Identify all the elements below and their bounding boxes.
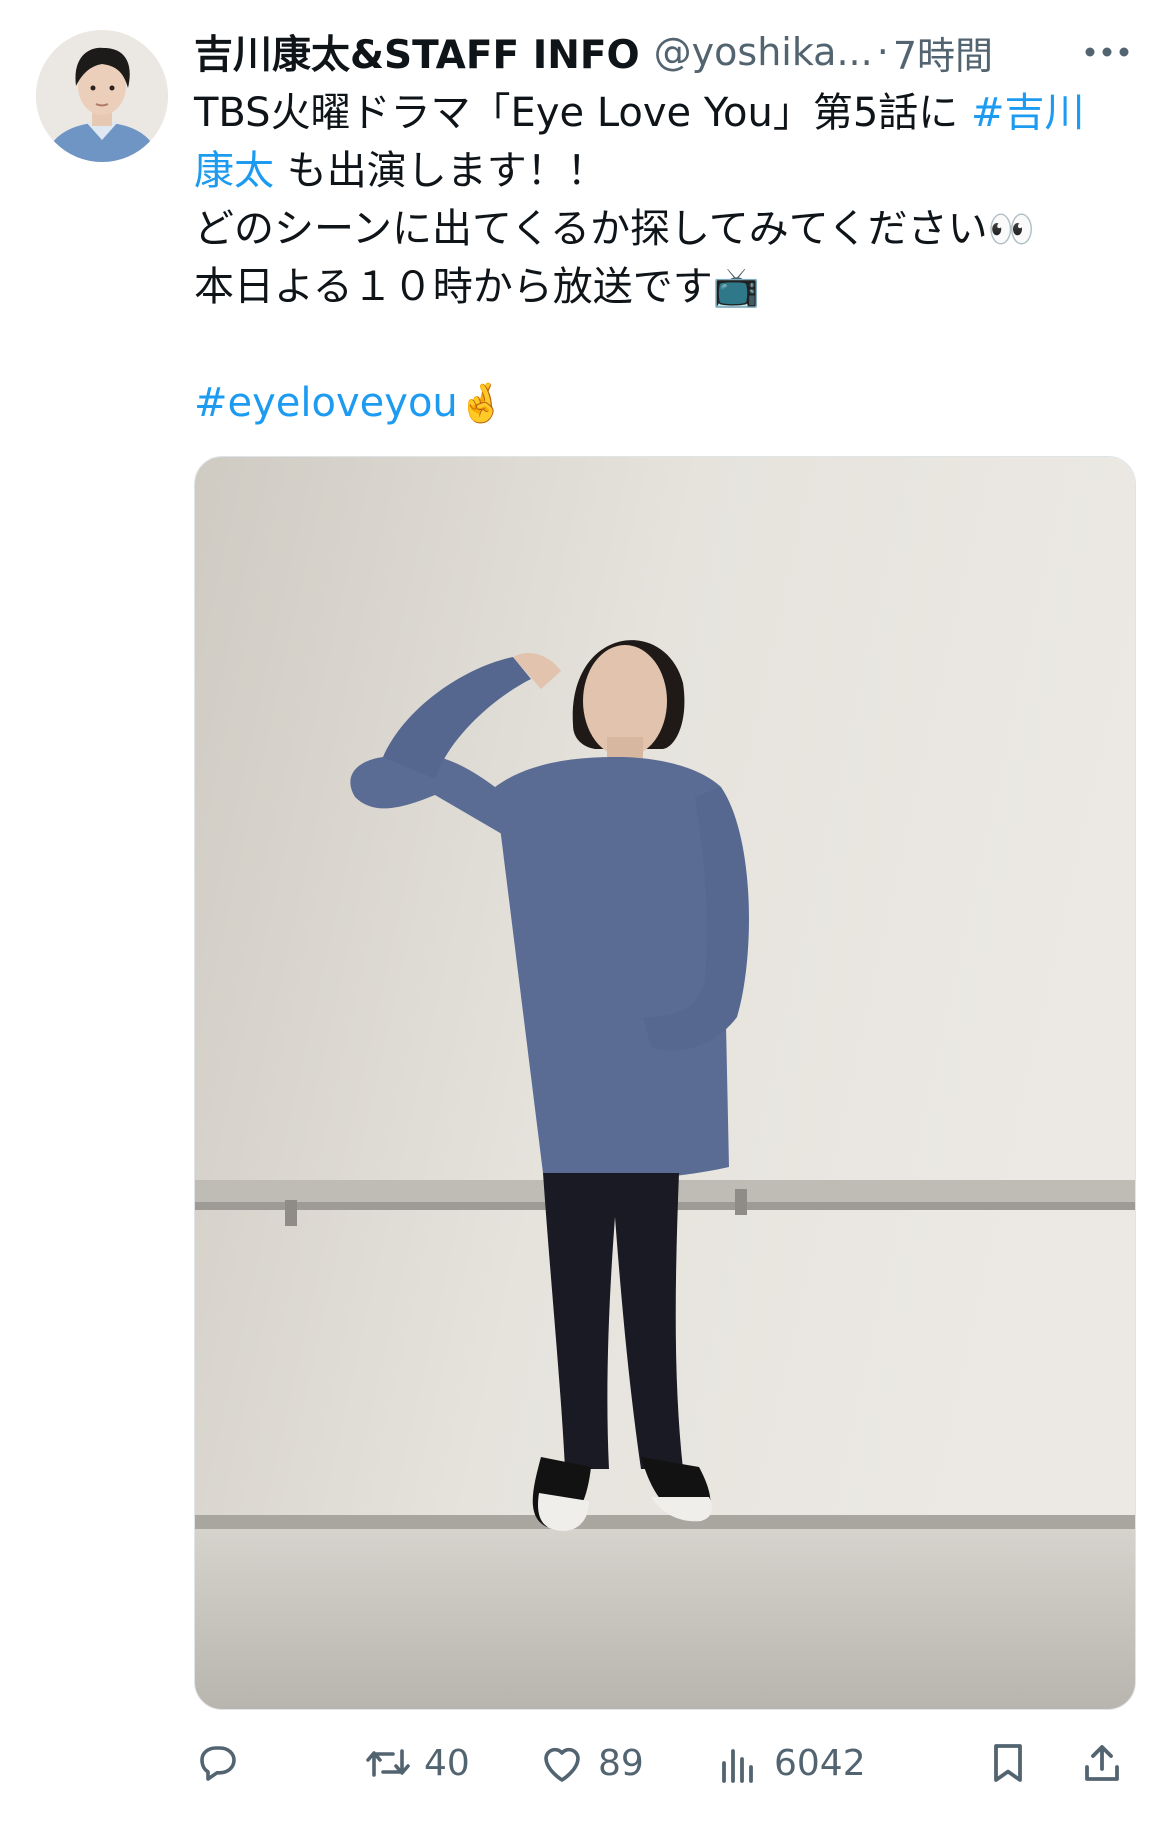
reply-icon [200, 1746, 236, 1781]
retweet-icon [366, 1749, 410, 1777]
crossed-fingers-emoji: 🤞 [457, 381, 506, 425]
tweet-text-segment: TBS火曜ドラマ「Eye Love You」第5話に [194, 90, 971, 136]
eyes-emoji: 👀 [987, 207, 1035, 251]
hashtag-link-continued[interactable]: 康太 [194, 148, 274, 194]
retweet-button[interactable]: 40 [364, 1730, 470, 1796]
television-emoji: 📺 [712, 265, 761, 309]
display-name[interactable]: 吉川康太&STAFF INFO [194, 24, 640, 80]
tweet-header: 吉川康太&STAFF INFO @yoshika... · 7時間 [194, 22, 1134, 82]
views-chart-icon [722, 1749, 753, 1783]
bookmark-button[interactable] [984, 1730, 1032, 1796]
heart-icon [544, 1747, 580, 1782]
bookmark-icon [994, 1744, 1022, 1782]
like-button[interactable]: 89 [538, 1730, 644, 1796]
more-horizontal-icon [1085, 47, 1129, 57]
views-count: 6042 [774, 1742, 866, 1784]
tweet-line-3: どのシーンに出てくるか探してみてください👀 [194, 200, 1144, 258]
separator-dot: · [876, 30, 889, 74]
tweet-text: TBS火曜ドラマ「Eye Love You」第5話に #吉川 康太 も出演します… [194, 84, 1144, 432]
photo-illustration [195, 457, 1135, 1709]
tweet-photo[interactable] [194, 456, 1136, 1710]
avatar[interactable] [36, 30, 168, 162]
tweet-line-1: TBS火曜ドラマ「Eye Love You」第5話に #吉川 [194, 84, 1144, 142]
timestamp[interactable]: 7時間 [893, 25, 993, 80]
hashtag-link[interactable]: #eyeloveyou [194, 380, 458, 426]
share-icon [1085, 1745, 1119, 1781]
more-button[interactable] [1080, 30, 1134, 74]
tweet-line-4: 本日よる１０時から放送です📺 [194, 258, 1144, 316]
tweet-text-segment: も出演します！！ [274, 148, 607, 194]
retweet-count: 40 [424, 1742, 470, 1784]
avatar-photo [36, 30, 168, 162]
tweet-line-5: #eyeloveyou🤞 [194, 374, 1144, 432]
reply-button[interactable] [194, 1730, 254, 1796]
tweet-text-segment: どのシーンに出てくるか探してみてください [194, 206, 988, 252]
tweet-text-segment: 本日よる１０時から放送です [194, 264, 713, 310]
tweet-actions: 40 89 6042 [194, 1730, 1142, 1796]
like-count: 89 [598, 1742, 644, 1784]
share-button[interactable] [1078, 1730, 1126, 1796]
views-button[interactable]: 6042 [714, 1730, 866, 1796]
hashtag-link[interactable]: #吉川 [971, 90, 1085, 136]
tweet-line-2: 康太 も出演します！！ [194, 142, 1144, 200]
user-handle[interactable]: @yoshika... [654, 30, 873, 74]
